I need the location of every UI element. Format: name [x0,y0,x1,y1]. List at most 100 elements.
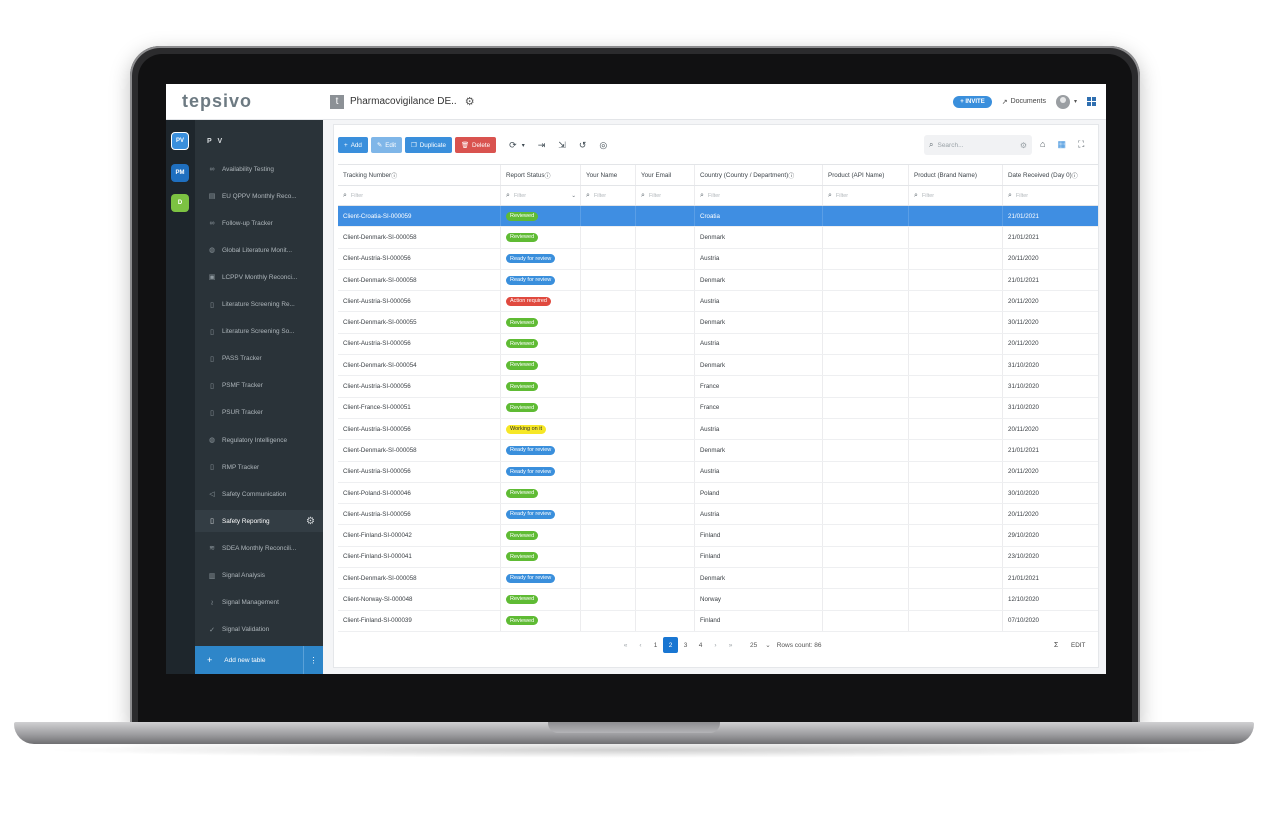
table-cell[interactable] [581,269,636,291]
table-cell[interactable] [909,397,1003,418]
sidebar-item[interactable]: ▯ Literature Screening So... [195,321,323,343]
sidebar-item[interactable]: ≋ SDEA Monthly Reconcili... [195,537,323,559]
date-received-cell[interactable]: 30/11/2020 [1003,312,1098,332]
table-cell[interactable] [636,440,695,461]
table-cell[interactable] [909,589,1003,610]
sidebar-item[interactable]: ▯ Literature Screening Re... [195,294,323,316]
report-status-cell[interactable]: Reviewed [501,397,581,418]
country-cell[interactable]: Norway [695,589,823,610]
table-cell[interactable] [909,504,1003,525]
date-received-cell[interactable]: 30/10/2020 [1003,483,1098,503]
tracking-number-cell[interactable]: Client-Finland-SI-000042 [338,525,501,546]
table-cell[interactable] [909,269,1003,291]
country-cell[interactable]: Finland [695,610,823,631]
table-row[interactable]: Client-Denmark-SI-000058 Ready for review… [338,440,1098,462]
date-received-cell[interactable]: 20/11/2020 [1003,419,1098,439]
column-header[interactable]: Date Received (Day 0) ⓘ [1003,165,1098,185]
sidebar-item[interactable]: ◍ Regulatory Intelligence [195,429,323,451]
table-cell[interactable] [581,504,636,525]
country-cell[interactable]: Austria [695,333,823,355]
table-cell[interactable] [823,525,909,546]
tracking-number-cell[interactable]: Client-Denmark-SI-000055 [338,312,501,333]
table-cell[interactable] [823,610,909,631]
tracking-number-cell[interactable]: Client-Denmark-SI-000058 [338,227,501,248]
table-cell[interactable] [636,269,695,291]
sidebar-item[interactable]: ▯ Safety Reporting ⚙ [195,510,323,533]
date-received-cell[interactable]: 20/11/2020 [1003,334,1098,354]
table-cell[interactable] [581,418,636,440]
next-page-icon[interactable]: › [708,637,723,653]
duplicate-button[interactable]: ❐ Duplicate [405,137,452,153]
tracking-number-cell[interactable]: Client-Austria-SI-000056 [338,461,501,482]
table-cell[interactable] [823,291,909,312]
table-cell[interactable] [909,418,1003,440]
table-row[interactable]: Client-Austria-SI-000056 Reviewed Austria 2… [338,333,1098,356]
date-received-cell[interactable]: 20/11/2020 [1003,504,1098,524]
table-cell[interactable] [823,418,909,440]
table-cell[interactable] [581,610,636,631]
date-received-cell[interactable]: 21/01/2021 [1003,270,1098,290]
app-title[interactable]: Pharmacovigilance DE.. [350,96,457,107]
table-cell[interactable] [581,397,636,418]
date-received-cell[interactable]: 21/01/2021 [1003,206,1098,226]
sidebar-item[interactable]: ≀ Signal Management [195,592,323,614]
table-cell[interactable] [909,461,1003,482]
report-status-cell[interactable]: Ready for review [501,269,581,291]
table-cell[interactable] [909,440,1003,461]
table-cell[interactable] [581,312,636,333]
table-row[interactable]: Client-Austria-SI-000056 Working on it Aus… [338,418,1098,441]
country-cell[interactable]: Austria [695,418,823,440]
column-header[interactable]: Your Email [636,165,695,185]
table-cell[interactable] [636,291,695,312]
date-received-cell[interactable]: 21/01/2021 [1003,440,1098,460]
column-header[interactable]: Report Status ⓘ [501,165,581,185]
table-cell[interactable] [909,248,1003,269]
date-received-cell[interactable]: 31/10/2020 [1003,355,1098,375]
table-cell[interactable] [636,504,695,525]
tracking-number-cell[interactable]: Client-Austria-SI-000056 [338,504,501,525]
table-cell[interactable] [823,440,909,461]
report-status-cell[interactable]: Ready for review [501,568,581,589]
date-received-cell[interactable]: 12/10/2020 [1003,589,1098,609]
table-row[interactable]: Client-Austria-SI-000056 Ready for review… [338,248,1098,270]
tracking-number-cell[interactable]: Client-France-SI-000051 [338,397,501,418]
table-cell[interactable] [636,206,695,227]
page-button[interactable]: 2 [663,637,678,653]
table-cell[interactable] [823,248,909,269]
country-cell[interactable]: Croatia [695,206,823,227]
table-row[interactable]: Client-Austria-SI-000056 Ready for review… [338,504,1098,526]
table-cell[interactable] [823,461,909,482]
table-cell[interactable] [823,269,909,291]
report-status-cell[interactable]: Reviewed [501,610,581,631]
workspace-pv[interactable]: PV [171,132,189,150]
table-cell[interactable] [581,482,636,504]
country-cell[interactable]: Denmark [695,355,823,376]
tag-icon[interactable]: ⌂ [1040,139,1045,150]
sidebar-item[interactable]: ◍ Global Literature Monit... [195,239,323,261]
fullscreen-icon[interactable]: ⛶ [1078,139,1084,150]
table-cell[interactable] [636,248,695,269]
date-received-cell[interactable]: 23/10/2020 [1003,547,1098,567]
table-cell[interactable] [909,546,1003,568]
table-row[interactable]: Client-Denmark-SI-000058 Ready for review… [338,568,1098,590]
report-status-cell[interactable]: Ready for review [501,248,581,269]
table-cell[interactable] [636,355,695,376]
country-cell[interactable]: Austria [695,248,823,269]
table-cell[interactable] [909,355,1003,376]
page-button[interactable]: 4 [693,637,708,653]
table-cell[interactable] [636,227,695,248]
table-cell[interactable] [581,248,636,269]
report-status-cell[interactable]: Ready for review [501,504,581,525]
column-header[interactable]: Your Name [581,165,636,185]
table-cell[interactable] [581,589,636,610]
report-status-cell[interactable]: Reviewed [501,227,581,248]
invite-button[interactable]: + INVITE [953,95,992,108]
table-cell[interactable] [823,227,909,248]
table-cell[interactable] [581,568,636,589]
documents-link[interactable]: ↗ Documents [1002,98,1046,106]
table-row[interactable]: Client-Austria-SI-000056 Action required A… [338,291,1098,313]
table-cell[interactable] [581,440,636,461]
table-cell[interactable] [823,568,909,589]
table-cell[interactable] [581,376,636,397]
table-view-icon[interactable]: ▦ [1057,139,1066,150]
